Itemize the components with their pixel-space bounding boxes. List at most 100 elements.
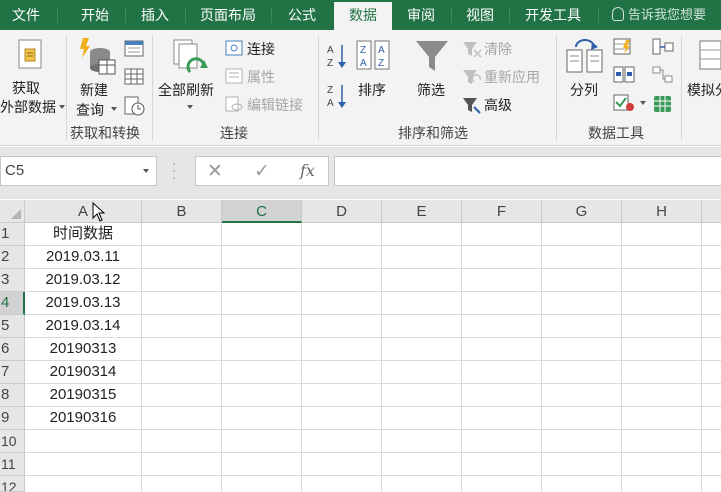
row-header-10[interactable]: 10 [0,430,25,453]
group-label-sort-filter: 排序和筛选 [398,125,468,141]
filter-label: 筛选 [417,82,445,98]
svg-text:A: A [327,98,334,109]
tab-view[interactable]: 视图 [452,0,508,30]
cell-a6[interactable]: 20190313 [25,338,141,361]
row-header-11[interactable]: 11 [0,453,25,476]
cancel-icon[interactable]: ✕ [207,160,223,183]
svg-text:Z: Z [360,45,366,56]
tab-file[interactable]: 文件 [0,0,52,30]
what-if-icon [699,40,721,70]
column-header-partial[interactable] [702,200,721,223]
column-header-e[interactable]: E [382,200,462,223]
select-all-corner[interactable] [0,200,25,223]
flash-fill-icon[interactable] [613,38,633,56]
remove-duplicates-icon[interactable] [613,66,635,84]
group-separator [66,36,67,140]
cell-a3[interactable]: 2019.03.12 [25,269,141,292]
edit-links-icon [225,96,243,112]
column-header-g[interactable]: G [542,200,622,223]
tab-review[interactable]: 审阅 [392,0,450,30]
consolidate-icon[interactable] [652,38,674,56]
filter-funnel-icon [416,41,448,71]
gridline [25,452,721,453]
recent-sources-icon[interactable] [124,96,146,116]
new-query-label-1: 新建 [80,82,108,98]
tab-page-layout[interactable]: 页面布局 [186,0,270,30]
group-separator [681,36,682,140]
cell-a7[interactable]: 20190314 [25,361,141,384]
external-data-icon [18,39,42,69]
clear-filter-icon [463,42,482,58]
column-header-h[interactable]: H [622,200,702,223]
group-separator [152,36,153,140]
formula-input[interactable] [334,156,721,186]
relationships-icon[interactable] [652,66,674,84]
svg-text:A: A [327,45,334,56]
new-query-icon [80,38,116,75]
group-separator [318,36,319,140]
worksheet-grid[interactable]: A B C D E F G H 1 2 3 4 5 6 7 8 9 10 11 … [0,200,721,492]
tell-me-search[interactable]: 告诉我您想要 [612,0,706,30]
cell-a9[interactable]: 20190316 [25,407,141,430]
sort-label: 排序 [358,82,386,98]
cell-a5[interactable]: 2019.03.14 [25,315,141,338]
new-query-label-2: 查询 [76,102,104,118]
chevron-down-icon [59,105,65,109]
column-header-f[interactable]: F [462,200,542,223]
get-external-data-label-1: 获取 [12,80,40,96]
tab-formulas[interactable]: 公式 [272,0,332,30]
column-header-d[interactable]: D [302,200,382,223]
name-box-value: C5 [5,162,25,179]
enter-check-icon[interactable]: ✓ [254,160,270,183]
cell-a8[interactable]: 20190315 [25,384,141,407]
from-table-icon[interactable] [124,68,144,86]
column-header-b[interactable]: B [142,200,222,223]
lightbulb-icon [612,7,624,21]
data-validation-icon[interactable] [613,94,635,112]
get-external-data-label-2: 外部数据 [0,99,56,115]
gridline [25,475,721,476]
cell-a2[interactable]: 2019.03.11 [25,246,141,269]
manage-data-model-icon[interactable] [652,94,674,114]
cell-a4[interactable]: 2019.03.13 [25,292,141,315]
tab-data[interactable]: 数据 [334,2,392,30]
insert-function-icon[interactable]: fx [300,161,315,180]
svg-text:A: A [378,45,385,56]
chevron-down-icon[interactable] [143,169,149,173]
formula-buttons: ✕ ✓ fx [195,156,329,186]
tab-separator [598,7,599,23]
svg-text:Z: Z [378,58,384,69]
clear-label: 清除 [484,41,512,57]
connections-label: 连接 [247,41,275,57]
column-header-c[interactable]: C [222,200,302,223]
tab-developer[interactable]: 开发工具 [510,0,596,30]
row-header-6[interactable]: 6 [0,338,25,361]
ribbon-tab-bar: 文件 开始 插入 页面布局 公式 数据 审阅 视图 开发工具 告诉我您想要 [0,0,721,30]
name-box[interactable]: C5 [0,156,157,186]
row-header-7[interactable]: 7 [0,361,25,384]
sort-a-to-z-icon[interactable]: A Z [327,42,349,70]
svg-text:A: A [360,58,367,69]
refresh-icon [173,39,208,73]
formula-bar-resize-handle[interactable]: · · · [172,156,177,184]
row-header-2[interactable]: 2 [0,246,25,269]
tab-insert[interactable]: 插入 [126,0,184,30]
sort-z-to-a-icon[interactable]: Z A [327,82,349,110]
chevron-down-icon [640,101,646,105]
row-header-3[interactable]: 3 [0,269,25,292]
connections-icon [225,40,243,56]
row-header-4[interactable]: 4 [0,292,25,315]
svg-text:Z: Z [327,58,333,69]
row-header-9[interactable]: 9 [0,407,25,430]
cell-a1[interactable]: 时间数据 [25,223,141,246]
ribbon-data: 获取 外部数据 新建 查询 获取和转换 全部刷新 连接 属性 编辑链接 连接 A… [0,30,721,146]
group-separator [556,36,557,140]
show-queries-icon[interactable] [124,40,144,58]
chevron-down-icon [111,107,117,111]
column-header-a[interactable]: A [25,200,142,223]
tab-home[interactable]: 开始 [66,0,124,30]
row-header-5[interactable]: 5 [0,315,25,338]
row-header-12[interactable]: 12 [0,476,25,492]
row-header-1[interactable]: 1 [0,223,25,246]
row-header-8[interactable]: 8 [0,384,25,407]
